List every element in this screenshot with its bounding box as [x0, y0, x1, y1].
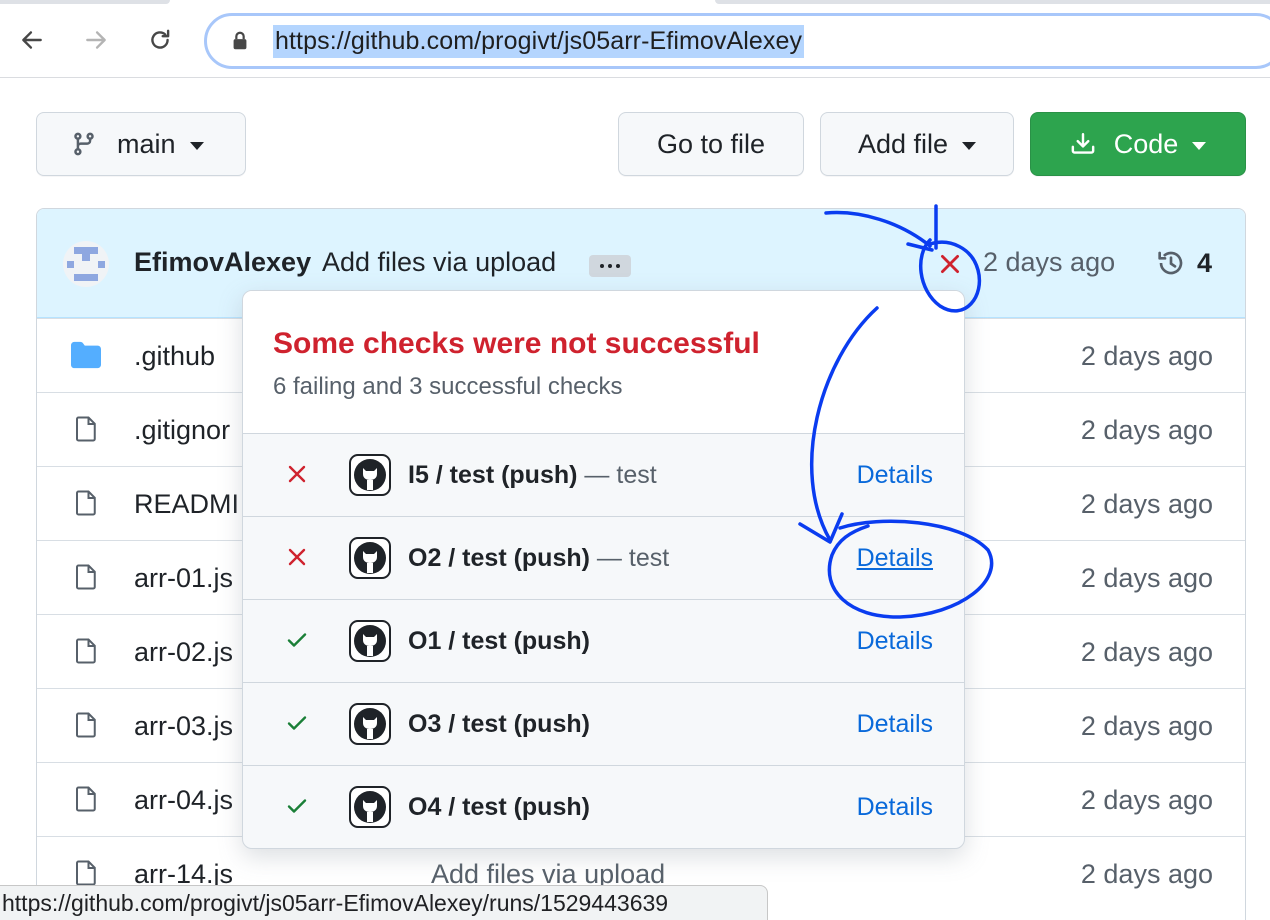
- back-button[interactable]: [14, 22, 50, 58]
- check-icon: [287, 799, 307, 813]
- github-mark-icon: [349, 537, 391, 579]
- go-to-file-button[interactable]: Go to file: [618, 112, 804, 176]
- check-name: I5 / test (push) — test: [408, 461, 657, 490]
- commit-time[interactable]: 2 days ago: [983, 247, 1115, 278]
- check-name-text: I5 / test (push): [408, 461, 578, 489]
- file-icon: [76, 416, 96, 442]
- check-row: I5 / test (push) — test Details: [243, 434, 964, 517]
- history-icon: [1158, 251, 1183, 275]
- github-mark-icon: [349, 620, 391, 662]
- file-name-link[interactable]: .gitignor: [134, 415, 230, 446]
- file-time: 2 days ago: [1080, 415, 1213, 445]
- browser-chrome: https://github.com/progivt/js05arr-Efimo…: [0, 0, 1270, 78]
- file-time: 2 days ago: [1080, 785, 1213, 815]
- reload-button[interactable]: [142, 22, 178, 58]
- add-file-label: Add file: [857, 128, 949, 159]
- commit-expand-button[interactable]: [589, 255, 631, 277]
- identicon-icon: [67, 247, 105, 281]
- file-icon: [76, 564, 96, 590]
- address-bar[interactable]: https://github.com/progivt/js05arr-Efimo…: [204, 13, 1270, 69]
- checks-popover-header: Some checks were not successful 6 failin…: [243, 291, 964, 434]
- check-description: — test: [584, 461, 657, 489]
- check-name: O4 / test (push): [408, 793, 590, 822]
- check-name-text: O2 / test (push): [408, 544, 590, 572]
- file-time: 2 days ago: [1080, 563, 1213, 593]
- file-icon: [76, 786, 96, 812]
- check-row: O3 / test (push) Details: [243, 683, 964, 766]
- file-time: 2 days ago: [1080, 859, 1213, 889]
- x-icon: [288, 465, 306, 483]
- file-time: 2 days ago: [1080, 711, 1213, 741]
- github-mark-icon: [349, 786, 391, 828]
- check-name: O3 / test (push): [408, 710, 590, 739]
- forward-button[interactable]: [78, 22, 114, 58]
- check-name: O1 / test (push): [408, 627, 590, 656]
- link-preview-statusbar: https://github.com/progivt/js05arr-Efimo…: [0, 885, 768, 920]
- branch-selector-button[interactable]: main: [36, 112, 246, 176]
- file-icon: [76, 712, 96, 738]
- tab-strip-edge: [0, 0, 170, 4]
- chevron-down-icon: [962, 141, 977, 150]
- check-row: O4 / test (push) Details: [243, 766, 964, 848]
- address-bar-url[interactable]: https://github.com/progivt/js05arr-Efimo…: [273, 25, 805, 58]
- x-icon: [288, 548, 306, 566]
- checks-summary: 6 failing and 3 successful checks: [273, 373, 623, 400]
- commit-message-link[interactable]: Add files via upload: [322, 247, 556, 278]
- check-details-link[interactable]: Details: [857, 627, 933, 656]
- file-time: 2 days ago: [1080, 637, 1213, 667]
- avatar[interactable]: [63, 241, 109, 287]
- file-icon: [76, 638, 96, 664]
- file-name-link[interactable]: .github: [134, 341, 215, 372]
- check-name-text: O4 / test (push): [408, 793, 590, 821]
- check-details-link[interactable]: Details: [857, 461, 933, 490]
- file-name-link[interactable]: READMI: [134, 489, 239, 520]
- check-description: — test: [596, 544, 670, 572]
- download-icon: [1071, 133, 1095, 154]
- checks-popover: Some checks were not successful 6 failin…: [242, 290, 965, 849]
- check-details-link[interactable]: Details: [857, 793, 933, 822]
- check-name-text: O3 / test (push): [408, 710, 590, 738]
- add-file-button[interactable]: Add file: [820, 112, 1014, 176]
- code-button[interactable]: Code: [1030, 112, 1246, 176]
- check-icon: [287, 716, 307, 730]
- file-time: 2 days ago: [1080, 341, 1213, 371]
- github-mark-icon: [349, 703, 391, 745]
- check-row: O1 / test (push) Details: [243, 600, 964, 683]
- file-name-link[interactable]: arr-02.js: [134, 637, 233, 668]
- commit-author-link[interactable]: EfimovAlexey: [134, 247, 311, 278]
- go-to-file-label: Go to file: [656, 128, 766, 159]
- commit-count: 4: [1197, 247, 1213, 278]
- branch-label: main: [117, 128, 176, 159]
- file-name-link[interactable]: arr-04.js: [134, 785, 233, 816]
- check-icon: [287, 633, 307, 647]
- folder-icon: [71, 341, 101, 369]
- git-branch-icon: [74, 132, 94, 156]
- x-icon[interactable]: [937, 251, 963, 277]
- arrow-right-icon: [86, 31, 106, 49]
- check-details-link[interactable]: Details: [857, 710, 933, 739]
- check-details-link[interactable]: Details: [857, 544, 933, 573]
- chevron-down-icon: [189, 141, 204, 150]
- commit-history-link[interactable]: 4: [1155, 247, 1212, 279]
- file-name-link[interactable]: arr-03.js: [134, 711, 233, 742]
- arrow-left-icon: [22, 31, 42, 49]
- file-icon: [76, 490, 96, 516]
- check-row: O2 / test (push) — test Details: [243, 517, 964, 600]
- tab-strip-edge-right: [715, 0, 1270, 4]
- chevron-down-icon: [1192, 141, 1207, 150]
- file-time: 2 days ago: [1080, 489, 1213, 519]
- check-name: O2 / test (push) — test: [408, 544, 669, 573]
- reload-icon: [151, 29, 170, 49]
- file-name-link[interactable]: arr-01.js: [134, 563, 233, 594]
- checks-title: Some checks were not successful: [273, 327, 760, 360]
- lock-icon: [233, 31, 247, 50]
- check-name-text: O1 / test (push): [408, 627, 590, 655]
- code-label: Code: [1113, 128, 1179, 159]
- github-mark-icon: [349, 454, 391, 496]
